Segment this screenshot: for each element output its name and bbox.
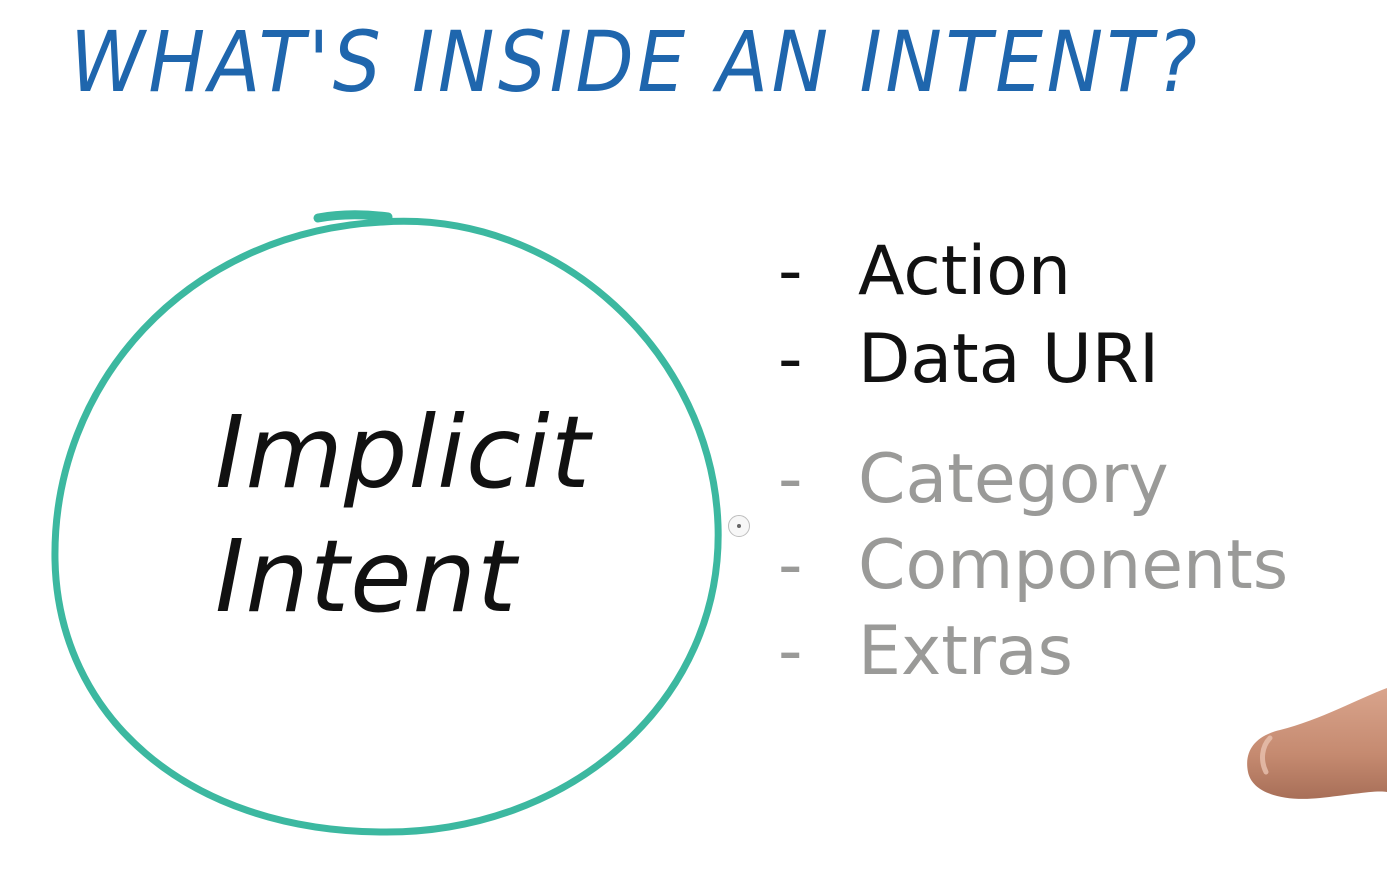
bullet-dash: - [778,612,803,691]
list-item-data-uri: - Data URI [778,320,1159,400]
list-item-action: - Action [778,232,1071,312]
circle-label-implicit: Implicit [215,394,591,511]
list-item-label: Components [858,526,1289,605]
list-item-label: Extras [858,612,1073,691]
bullet-dash: - [778,320,803,399]
list-item-label: Category [858,440,1169,519]
circle-stroke-overlap [313,210,393,223]
list-item-category: - Category [778,440,1169,520]
implicit-intent-diagram [51,210,722,836]
list-item-components: - Components [778,526,1288,606]
cursor-dot-icon [728,515,750,537]
bullet-dash: - [778,526,803,605]
circle-label-intent: Intent [215,518,518,635]
list-item-label: Action [858,232,1071,311]
bullet-dash: - [778,440,803,519]
list-item-label: Data URI [858,320,1160,399]
bullet-dash: - [778,232,803,311]
list-item-extras: - Extras [778,612,1073,692]
pointing-finger-icon [1247,688,1387,799]
